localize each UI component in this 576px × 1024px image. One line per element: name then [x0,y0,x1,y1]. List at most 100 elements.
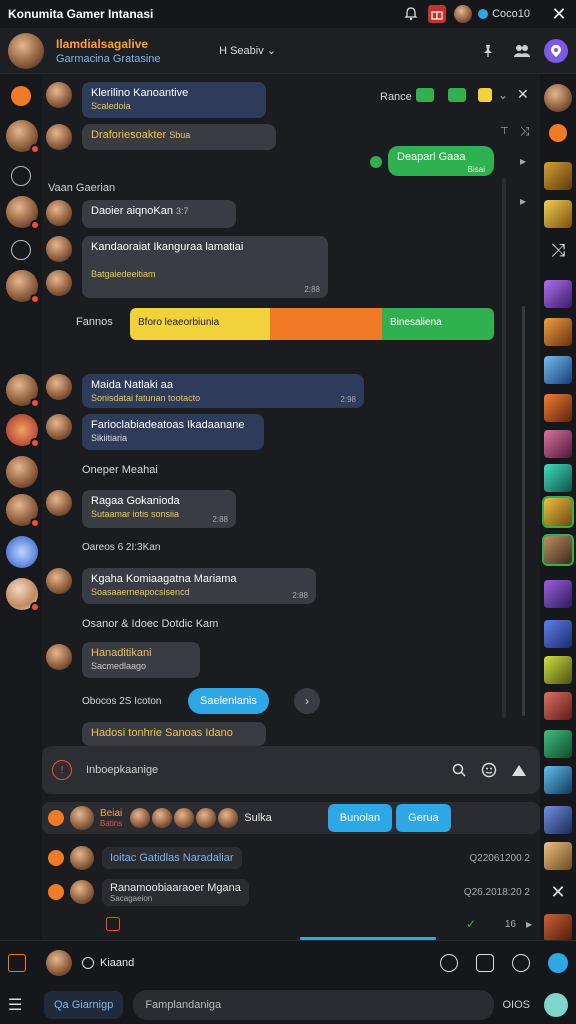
app-icon[interactable] [548,953,568,973]
thread-row[interactable]: Beiai Batins Sulka Bunolan Gerua [42,802,540,834]
message-bubble[interactable]: Farioclabiadeatoas Ikadaanane Sikiitiari… [82,414,264,450]
server-avatar[interactable] [6,120,40,154]
user-avatar[interactable] [46,82,72,108]
message-bubble[interactable]: Klerilino Kanoantive Scaledoia [82,82,266,118]
message-bubble[interactable]: Maida Natlaki aa Sonisdatai fatunan toot… [82,374,364,408]
chat-scrollbar-inner[interactable] [502,178,506,718]
action-button[interactable]: Saelenlanis [188,688,269,714]
profile-avatar[interactable] [454,5,473,23]
participant-avatar[interactable] [130,808,151,828]
message-bubble[interactable]: Kandaoraiat Ikanguraa lamatiai Batgaiede… [82,236,328,298]
rail-tile[interactable] [544,914,572,942]
participant-avatar[interactable] [174,808,195,828]
user-icon[interactable] [512,954,530,972]
bottom-input[interactable]: Famplandaniga [133,990,495,1020]
channel-selector[interactable]: H Seabiv ⌄ [219,44,276,57]
pin-icon[interactable]: ⊤ [500,126,509,137]
server-avatar[interactable] [6,270,40,304]
rail-tile[interactable] [544,464,572,492]
thread-row[interactable]: Ranamoobiaaraoer Mgana Sacagaeion Q26.20… [42,876,540,908]
rail-tile[interactable] [544,580,572,608]
rail-tile[interactable] [544,620,572,648]
server-home[interactable] [11,86,31,106]
people-icon[interactable] [510,39,534,63]
send-icon[interactable] [508,759,530,781]
camera-icon[interactable] [440,954,458,972]
rail-tile[interactable] [544,200,572,228]
user-avatar[interactable] [46,200,72,226]
message-input[interactable]: Inboepkaanige [86,764,440,776]
user-avatar[interactable] [70,806,94,830]
control-icon[interactable] [448,88,466,102]
rail-tile[interactable] [544,162,572,190]
user-avatar[interactable] [46,568,72,594]
rail-tile[interactable] [544,430,572,458]
control-icon[interactable] [416,88,434,102]
calendar-icon[interactable] [8,954,26,972]
outgoing-message[interactable]: Deaparl Gaaa Bisai [388,146,494,176]
notification-icon[interactable] [402,5,420,23]
menu-icon[interactable]: ☰ [8,995,28,1015]
user-avatar[interactable] [46,950,72,976]
chevron-right-icon[interactable]: ▸ [520,194,526,208]
server-avatar[interactable] [6,196,40,230]
message-bubble[interactable]: Hanaditikani Sacmedlaago [82,642,200,678]
search-icon[interactable] [448,759,470,781]
user-avatar[interactable] [46,374,72,400]
thread-row[interactable]: Ioitac Gatidlas Naradaliar Q22061200 2 [42,842,540,874]
rail-tile[interactable] [544,280,572,308]
participant-avatar[interactable] [196,808,217,828]
control-icon[interactable] [478,88,492,102]
rail-tile[interactable] [544,656,572,684]
rail-tile[interactable] [544,766,572,794]
message-bubble[interactable]: Daoier aiqnoKan 3:7 [82,200,236,228]
rail-badge[interactable] [549,124,567,142]
server-avatar[interactable] [6,374,40,408]
server-avatar[interactable] [6,414,40,448]
image-icon[interactable] [476,954,494,972]
close-icon[interactable]: ✕ [544,882,572,910]
message-bubble[interactable]: Ragaa Gokanioda Sutaamar iotis sonsiia 2… [82,490,236,528]
user-avatar[interactable] [46,414,72,440]
user-avatar[interactable] [70,880,94,904]
user-avatar[interactable] [46,270,72,296]
thread-button-2[interactable]: Gerua [396,804,451,832]
channel-avatar[interactable] [8,32,44,69]
thread-row[interactable]: ✓ 16 ▸ [42,908,540,940]
message-bubble[interactable]: Kgaha Komiaagatna Mariama Soasaaerneapoc… [82,568,316,604]
shuffle-icon[interactable]: ⤨ [544,240,572,268]
attach-icon[interactable]: ! [52,760,72,780]
chevron-right-icon[interactable]: ▸ [520,154,526,168]
server-avatar[interactable] [6,536,38,568]
message-bubble[interactable]: Draforiesoakter Sbua [82,124,276,150]
chevron-right-icon[interactable]: ▸ [526,917,532,931]
user-avatar[interactable] [46,644,72,670]
close-icon[interactable]: ✕ [550,4,568,24]
rail-tile[interactable] [544,842,572,870]
rail-avatar[interactable] [544,84,572,112]
emoji-icon[interactable] [478,759,500,781]
user-avatar[interactable] [70,846,94,870]
shuffle-icon[interactable]: ⤨ [520,124,530,139]
rail-tile-selected[interactable] [542,496,574,528]
check-icon[interactable] [11,240,31,260]
gift-icon[interactable] [428,5,447,23]
channel-chip[interactable]: Qa Giarnigp [44,991,124,1019]
status-banner[interactable]: Bforo leaeorbiunia Binesaliena [130,308,494,340]
thread-button-1[interactable]: Bunolan [327,804,393,832]
participant-avatar[interactable] [152,808,173,828]
server-avatar[interactable] [6,578,40,612]
message-bubble[interactable]: Hadosi tonhrie Sanoas Idano [82,722,266,746]
pin-icon[interactable] [476,39,500,63]
chevron-right-icon[interactable]: › [294,688,320,714]
close-icon[interactable]: ✕ [517,86,529,103]
chevron-down-icon[interactable]: ⌄ [498,88,508,102]
participant-avatar[interactable] [218,808,239,828]
server-avatar[interactable] [6,456,38,488]
rail-tile[interactable] [544,356,572,384]
rail-tile[interactable] [544,692,572,720]
emoji-icon[interactable] [544,993,568,1017]
chat-scrollbar[interactable] [522,306,525,716]
rail-tile-selected[interactable] [542,534,574,566]
user-avatar[interactable] [46,236,72,262]
